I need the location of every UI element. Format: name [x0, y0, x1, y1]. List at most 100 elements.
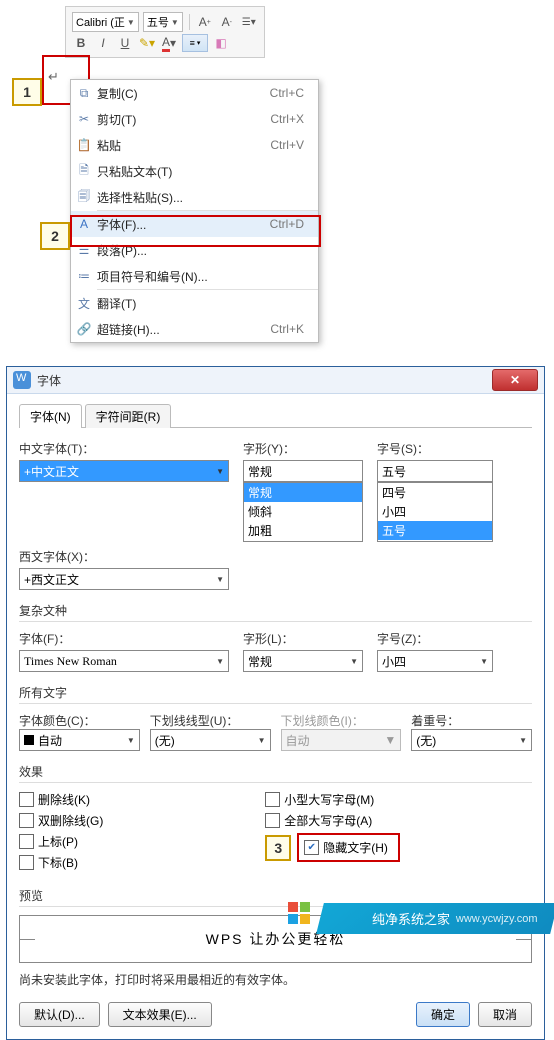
hidden-text-checkbox[interactable]: [304, 840, 319, 855]
smallcaps-checkbox[interactable]: [265, 792, 280, 807]
size-input[interactable]: 五号: [377, 460, 493, 482]
hyperlink-icon: 🔗: [71, 322, 97, 336]
callout-highlight-3: 隐藏文字(H): [297, 833, 400, 862]
tab-font[interactable]: 字体(N): [19, 404, 82, 428]
superscript-checkbox[interactable]: [19, 834, 34, 849]
copy-icon: ⧉: [71, 86, 97, 101]
translate-icon: 文: [71, 295, 97, 312]
ctx-paragraph[interactable]: ☰ 段落(P)...: [71, 237, 318, 263]
toolbar-row-2: B I U ✎▾ A▾ ≡▾ ◧: [70, 33, 260, 53]
ctx-cut[interactable]: ✂ 剪切(T) Ctrl+X: [71, 106, 318, 132]
ctx-hyperlink[interactable]: 🔗 超链接(H)... Ctrl+K: [71, 316, 318, 342]
emphasis-combo[interactable]: (无)▼: [411, 729, 532, 751]
text-effects-button[interactable]: 文本效果(E)...: [108, 1002, 212, 1027]
cx-size-combo[interactable]: 小四▼: [377, 650, 493, 672]
cx-font-label: 字体(F)：: [19, 630, 229, 647]
callout-badge-3: 3: [265, 835, 291, 861]
ctx-paste-text[interactable]: 🗎 只粘贴文本(T): [71, 158, 318, 184]
style-label: 字形(Y)：: [243, 440, 363, 457]
cn-font-combo[interactable]: +中文正文▼: [19, 460, 229, 482]
all-text-title: 所有文字: [19, 684, 532, 701]
ctx-paste-text-label: 只粘贴文本(T): [97, 163, 304, 180]
ctx-paste-special[interactable]: 🗐 选择性粘贴(S)...: [71, 184, 318, 210]
ctx-bullets-label: 项目符号和编号(N)...: [97, 268, 304, 285]
underline-button[interactable]: U: [116, 34, 134, 52]
all-text-section: 所有文字 字体颜色(C)： 自动▼ 下划线线型(U)： (无)▼ 下划线颜色(I…: [19, 684, 532, 751]
style-list[interactable]: 常规 倾斜 加粗: [243, 482, 363, 542]
underline-color-combo: 自动▼: [281, 729, 402, 751]
bold-button[interactable]: B: [72, 34, 90, 52]
preview-text: WPS 让办公更轻松: [35, 916, 516, 962]
ctx-translate[interactable]: 文 翻译(T): [71, 290, 318, 316]
strike-checkbox[interactable]: [19, 792, 34, 807]
align-button[interactable]: ≡▾: [182, 34, 208, 52]
highlight-icon[interactable]: ✎▾: [138, 34, 156, 52]
underline-style-combo[interactable]: (无)▼: [150, 729, 271, 751]
size-list[interactable]: 四号 小四 五号: [377, 482, 493, 542]
ctx-copy[interactable]: ⧉ 复制(C) Ctrl+C: [71, 80, 318, 106]
font-color-label: 字体颜色(C)：: [19, 714, 96, 728]
font-color-icon[interactable]: A▾: [160, 34, 178, 52]
button-row: 默认(D)... 文本效果(E)... 确定 取消: [19, 1002, 532, 1027]
font-color-combo[interactable]: 自动▼: [19, 729, 140, 751]
mini-toolbar: Calibri (正▼ 五号▼ A+ A- ☰▾ B I U ✎▾ A▾ ≡▾ …: [65, 6, 265, 58]
list-item[interactable]: 倾斜: [244, 502, 362, 521]
hidden-text-label: 隐藏文字(H): [323, 839, 388, 856]
preview-box: WPS 让办公更轻松: [19, 915, 532, 963]
italic-button[interactable]: I: [94, 34, 112, 52]
subscript-checkbox[interactable]: [19, 855, 34, 870]
list-item[interactable]: 五号: [378, 521, 492, 540]
emphasis-label: 着重号：: [411, 714, 459, 728]
effects-title: 效果: [19, 763, 532, 780]
ctx-font[interactable]: A 字体(F)... Ctrl+D: [71, 211, 318, 237]
paragraph-icon: ☰: [71, 243, 97, 257]
preview-section: 预览 WPS 让办公更轻松 尚未安装此字体，打印时将采用最相近的有效字体。: [19, 887, 532, 988]
ctx-paste-special-label: 选择性粘贴(S)...: [97, 189, 304, 206]
underline-color-label: 下划线颜色(I)：: [281, 714, 364, 728]
paragraph-mark-icon: ↵: [48, 69, 59, 85]
tab-spacing[interactable]: 字符间距(R): [85, 404, 172, 428]
shrink-font-icon[interactable]: A-: [218, 13, 236, 31]
default-button[interactable]: 默认(D)...: [19, 1002, 100, 1027]
allcaps-checkbox[interactable]: [265, 813, 280, 828]
list-item[interactable]: 加粗: [244, 521, 362, 540]
bullets-icon: ≔: [71, 269, 97, 283]
list-item[interactable]: 小四: [378, 502, 492, 521]
superscript-label: 上标(P): [38, 833, 78, 850]
dialog-body: 字体(N) 字符间距(R) 中文字体(T)： +中文正文▼ 字形(Y)： 常规 …: [7, 394, 544, 1039]
cx-style-combo[interactable]: 常规▼: [243, 650, 363, 672]
western-font-combo[interactable]: +西文正文▼: [19, 568, 229, 590]
paste-text-icon: 🗎: [71, 161, 97, 182]
strike-label: 删除线(K): [38, 791, 90, 808]
ctx-cut-label: 剪切(T): [97, 111, 270, 128]
subscript-label: 下标(B): [38, 854, 78, 871]
close-button[interactable]: ✕: [492, 369, 538, 391]
paste-icon: 📋: [71, 138, 97, 152]
effects-section: 效果 删除线(K) 双删除线(G) 上标(P) 下标(B) 小型大写字母(M) …: [19, 763, 532, 875]
cx-font-combo[interactable]: Times New Roman▼: [19, 650, 229, 672]
double-strike-checkbox[interactable]: [19, 813, 34, 828]
font-size-combo[interactable]: 五号▼: [143, 12, 183, 32]
ctx-paste[interactable]: 📋 粘贴 Ctrl+V: [71, 132, 318, 158]
dialog-title: 字体: [37, 372, 492, 389]
toolbar-row-1: Calibri (正▼ 五号▼ A+ A- ☰▾: [70, 11, 260, 33]
cancel-button[interactable]: 取消: [478, 1002, 532, 1027]
ctx-hyperlink-label: 超链接(H)...: [97, 321, 270, 338]
western-font-row: 西文字体(X)： +西文正文▼: [19, 548, 532, 590]
font-icon: A: [71, 217, 97, 231]
eraser-icon[interactable]: ◧: [212, 34, 230, 52]
list-item[interactable]: 四号: [378, 483, 492, 502]
western-font-label: 西文字体(X)：: [19, 548, 229, 565]
dialog-titlebar[interactable]: 字体 ✕: [7, 367, 544, 394]
complex-script-title: 复杂文种: [19, 602, 532, 619]
line-spacing-icon[interactable]: ☰▾: [240, 13, 258, 31]
grow-font-icon[interactable]: A+: [196, 13, 214, 31]
font-dialog: 字体 ✕ 字体(N) 字符间距(R) 中文字体(T)： +中文正文▼ 字形(Y)…: [6, 366, 545, 1040]
font-name-combo[interactable]: Calibri (正▼: [72, 12, 139, 32]
callout-badge-1: 1: [12, 78, 42, 106]
ctx-bullets[interactable]: ≔ 项目符号和编号(N)...: [71, 263, 318, 289]
ok-button[interactable]: 确定: [416, 1002, 470, 1027]
style-input[interactable]: 常规: [243, 460, 363, 482]
smallcaps-label: 小型大写字母(M): [284, 791, 374, 808]
list-item[interactable]: 常规: [244, 483, 362, 502]
